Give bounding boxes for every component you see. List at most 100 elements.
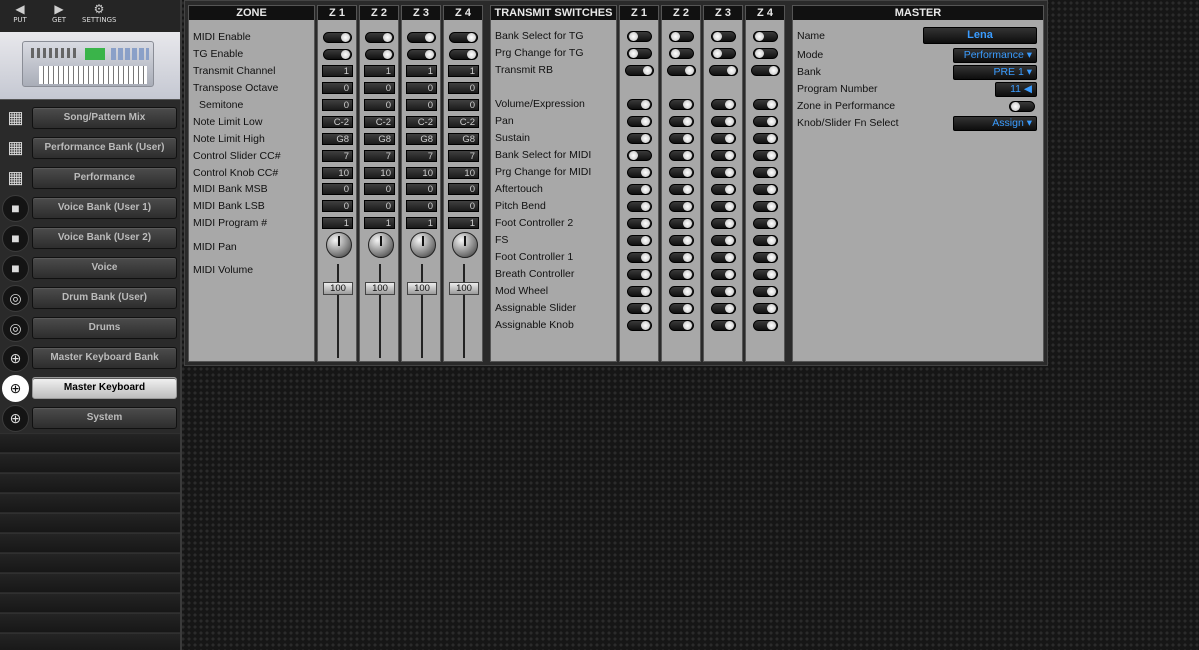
zone-toggle[interactable]: [407, 49, 436, 60]
transmit-toggle[interactable]: [753, 167, 778, 178]
transmit-toggle[interactable]: [753, 235, 778, 246]
transmit-toggle[interactable]: [669, 48, 694, 59]
transmit-toggle[interactable]: [669, 286, 694, 297]
transmit-toggle[interactable]: [627, 320, 652, 331]
transmit-toggle[interactable]: [711, 116, 736, 127]
nav-button[interactable]: Drum Bank (User): [32, 287, 177, 309]
zone-value-field[interactable]: 0: [406, 200, 437, 212]
zone-value-field[interactable]: 0: [322, 99, 353, 111]
zone-value-field[interactable]: 7: [448, 150, 479, 162]
zone-toggle[interactable]: [365, 32, 394, 43]
program-number-field[interactable]: 11 ◀: [995, 82, 1037, 97]
transmit-toggle[interactable]: [711, 150, 736, 161]
transmit-toggle[interactable]: [753, 252, 778, 263]
volume-slider-handle[interactable]: 100: [407, 282, 437, 295]
transmit-toggle[interactable]: [753, 48, 778, 59]
zone-toggle[interactable]: [323, 32, 352, 43]
mode-select[interactable]: Performance ▾: [953, 48, 1037, 63]
zone-value-field[interactable]: 1: [406, 65, 437, 77]
transmit-toggle[interactable]: [711, 201, 736, 212]
transmit-toggle[interactable]: [711, 48, 736, 59]
zone-value-field[interactable]: 0: [406, 183, 437, 195]
transmit-toggle[interactable]: [627, 269, 652, 280]
bank-select[interactable]: PRE 1 ▾: [953, 65, 1037, 80]
transmit-toggle[interactable]: [711, 99, 736, 110]
zone-value-field[interactable]: G8: [322, 133, 353, 145]
put-button[interactable]: ◀ PUT: [3, 3, 37, 25]
zone-value-field[interactable]: 0: [406, 82, 437, 94]
transmit-toggle[interactable]: [711, 252, 736, 263]
zone-toggle[interactable]: [449, 49, 478, 60]
transmit-toggle[interactable]: [711, 269, 736, 280]
zone-value-field[interactable]: 0: [322, 82, 353, 94]
nav-button[interactable]: Performance: [32, 167, 177, 189]
transmit-toggle[interactable]: [753, 31, 778, 42]
volume-slider-handle[interactable]: 100: [365, 282, 395, 295]
transmit-toggle[interactable]: [627, 116, 652, 127]
zone-value-field[interactable]: 10: [406, 167, 437, 179]
zone-value-field[interactable]: 0: [364, 200, 395, 212]
zone-value-field[interactable]: 1: [448, 217, 479, 229]
zone-value-field[interactable]: 1: [322, 217, 353, 229]
transmit-toggle[interactable]: [753, 201, 778, 212]
pan-knob[interactable]: [410, 232, 436, 258]
transmit-toggle[interactable]: [669, 184, 694, 195]
transmit-toggle[interactable]: [627, 201, 652, 212]
zone-value-field[interactable]: 0: [448, 99, 479, 111]
zone-value-field[interactable]: 0: [406, 99, 437, 111]
transmit-toggle[interactable]: [753, 286, 778, 297]
zone-value-field[interactable]: 0: [448, 82, 479, 94]
zone-in-performance-toggle[interactable]: [1009, 101, 1035, 112]
transmit-toggle[interactable]: [669, 167, 694, 178]
nav-button[interactable]: Master Keyboard: [32, 377, 177, 399]
zone-value-field[interactable]: C-2: [448, 116, 479, 128]
zone-value-field[interactable]: 10: [448, 167, 479, 179]
transmit-toggle[interactable]: [711, 133, 736, 144]
zone-value-field[interactable]: C-2: [364, 116, 395, 128]
transmit-toggle[interactable]: [669, 252, 694, 263]
zone-value-field[interactable]: 10: [364, 167, 395, 179]
nav-button[interactable]: Voice Bank (User 2): [32, 227, 177, 249]
transmit-toggle[interactable]: [669, 150, 694, 161]
transmit-toggle[interactable]: [711, 303, 736, 314]
zone-value-field[interactable]: 0: [448, 200, 479, 212]
transmit-toggle[interactable]: [627, 235, 652, 246]
transmit-toggle[interactable]: [627, 133, 652, 144]
transmit-toggle[interactable]: [627, 184, 652, 195]
transmit-toggle[interactable]: [669, 303, 694, 314]
zone-value-field[interactable]: G8: [364, 133, 395, 145]
transmit-toggle[interactable]: [711, 235, 736, 246]
transmit-toggle[interactable]: [753, 133, 778, 144]
transmit-toggle[interactable]: [625, 65, 654, 76]
zone-value-field[interactable]: C-2: [322, 116, 353, 128]
zone-value-field[interactable]: 7: [322, 150, 353, 162]
zone-value-field[interactable]: 7: [406, 150, 437, 162]
transmit-toggle[interactable]: [753, 303, 778, 314]
zone-toggle[interactable]: [407, 32, 436, 43]
transmit-toggle[interactable]: [627, 286, 652, 297]
transmit-toggle[interactable]: [711, 167, 736, 178]
transmit-toggle[interactable]: [627, 31, 652, 42]
transmit-toggle[interactable]: [667, 65, 696, 76]
volume-slider-track[interactable]: [463, 264, 465, 358]
zone-value-field[interactable]: 1: [364, 65, 395, 77]
transmit-toggle[interactable]: [753, 99, 778, 110]
nav-button[interactable]: Drums: [32, 317, 177, 339]
transmit-toggle[interactable]: [627, 167, 652, 178]
zone-toggle[interactable]: [323, 49, 352, 60]
transmit-toggle[interactable]: [751, 65, 780, 76]
pan-knob[interactable]: [326, 232, 352, 258]
zone-value-field[interactable]: 7: [364, 150, 395, 162]
zone-value-field[interactable]: C-2: [406, 116, 437, 128]
transmit-toggle[interactable]: [669, 116, 694, 127]
nav-button[interactable]: Master Keyboard Bank: [32, 347, 177, 369]
zone-toggle[interactable]: [365, 49, 394, 60]
transmit-toggle[interactable]: [711, 320, 736, 331]
nav-button[interactable]: Performance Bank (User): [32, 137, 177, 159]
volume-slider-track[interactable]: [421, 264, 423, 358]
transmit-toggle[interactable]: [753, 184, 778, 195]
transmit-toggle[interactable]: [711, 31, 736, 42]
transmit-toggle[interactable]: [711, 184, 736, 195]
transmit-toggle[interactable]: [627, 150, 652, 161]
zone-value-field[interactable]: 0: [448, 183, 479, 195]
